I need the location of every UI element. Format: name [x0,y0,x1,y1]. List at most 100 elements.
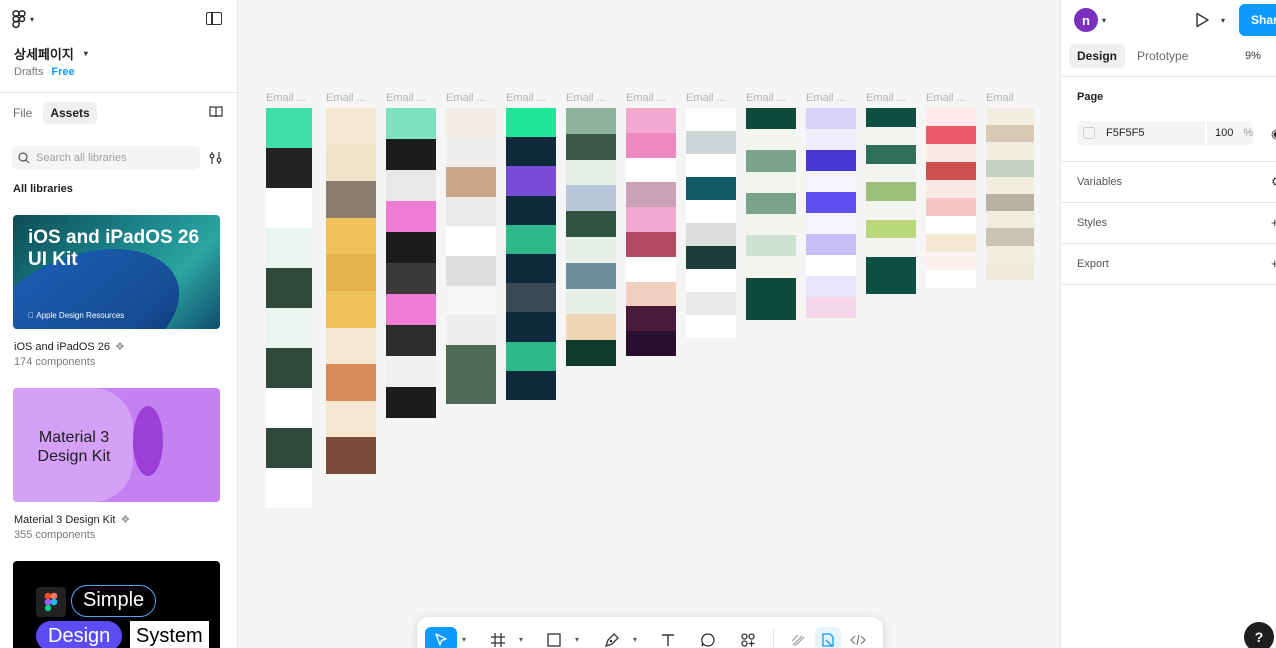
library-card-simple-design-system[interactable]: Simple Design System [13,561,220,648]
frame-label[interactable]: Email [986,92,1014,104]
avatar[interactable]: n [1074,8,1098,32]
styles-section[interactable]: Styles [1077,217,1107,229]
share-button[interactable]: Share [1239,4,1276,36]
frame-content-block [746,150,796,172]
frame-content-block [266,188,312,228]
page-opacity-field[interactable]: 100 % [1207,121,1253,145]
chevron-down-icon[interactable]: ▾ [519,635,523,644]
email-frame[interactable] [806,108,856,318]
frame-label[interactable]: Email ... [266,92,306,104]
export-section[interactable]: Export [1077,258,1109,270]
email-frame[interactable] [626,108,676,356]
email-frame[interactable] [746,108,796,320]
add-style-icon[interactable]: + [1271,215,1276,230]
filter-settings-icon[interactable] [208,150,224,166]
visibility-eye-icon[interactable]: ◉ [1271,126,1276,142]
add-export-icon[interactable]: + [1271,256,1276,271]
frame-content-block [386,108,436,139]
location-text[interactable]: Drafts [14,66,43,78]
frame-content-block [746,192,796,214]
frame-hash-icon [491,633,505,647]
library-card-material[interactable]: Material 3 Design Kit [13,388,220,502]
code-icon [850,634,866,646]
thumbnail-graphic [133,406,163,476]
tab-prototype[interactable]: Prototype [1129,44,1196,68]
frame-content-block [506,108,556,138]
email-frame[interactable] [686,108,736,338]
frame-label[interactable]: Email ... [866,92,906,104]
email-frame[interactable] [926,108,976,288]
draw-mode[interactable] [785,627,811,648]
divider [1061,161,1276,162]
frame-content-block [626,132,676,158]
frame-content-block [446,344,496,375]
zoom-level[interactable]: 9% [1245,50,1261,62]
page-color-value[interactable]: F5F5F5 [1106,127,1145,139]
design-mode[interactable] [815,627,841,648]
chevron-down-icon: ▾ [83,49,88,58]
actions-tool[interactable] [735,627,761,648]
library-name[interactable]: iOS and iPadOS 26 ❖ [14,340,125,354]
text-tool[interactable] [655,627,681,648]
frame-content-block [566,236,616,263]
library-book-icon[interactable] [209,106,223,118]
frame-label[interactable]: Email ... [806,92,846,104]
main-menu-button[interactable]: ▾ [12,10,34,28]
email-frame[interactable] [506,108,556,400]
email-frame[interactable] [986,108,1034,280]
frame-label[interactable]: Email ... [386,92,426,104]
chevron-down-icon[interactable]: ▾ [633,635,637,644]
frame-label[interactable]: Email ... [446,92,486,104]
frame-tool[interactable] [485,627,511,648]
email-frame[interactable] [266,108,312,508]
file-title[interactable]: 상세페이지 ▾ [14,44,88,63]
variables-settings-icon[interactable]: ⚙ [1271,174,1276,190]
tab-design[interactable]: Design [1069,44,1126,68]
email-frame[interactable] [566,108,616,366]
plan-badge[interactable]: Free [51,66,74,78]
move-tool[interactable] [425,627,457,648]
email-frame[interactable] [446,108,496,404]
variables-section[interactable]: Variables [1077,176,1122,188]
present-play-icon[interactable] [1195,12,1209,28]
frame-label[interactable]: Email ... [566,92,606,104]
divider [1061,284,1276,285]
frame-label[interactable]: Email ... [746,92,786,104]
page-color-field[interactable]: F5F5F5 [1077,121,1205,145]
tab-assets[interactable]: Assets [43,102,97,124]
frame-label[interactable]: Email ... [506,92,546,104]
library-card-ios[interactable]: iOS and iPadOS 26 UI Kit  Apple Design … [13,215,220,329]
chevron-down-icon[interactable]: ▾ [1102,16,1106,25]
chevron-down-icon[interactable]: ▾ [1221,16,1225,25]
color-swatch[interactable] [1083,127,1095,139]
frame-content-block [446,108,496,138]
library-search-input[interactable] [36,152,186,164]
chevron-down-icon[interactable]: ▾ [575,635,579,644]
email-frame[interactable] [866,108,916,294]
toggle-sidebar-icon[interactable] [206,12,222,25]
left-panel-tabs: File Assets [6,102,97,124]
chevron-down-icon[interactable]: ▾ [462,635,466,644]
email-frame[interactable] [326,108,376,474]
library-search[interactable] [12,146,200,170]
frame-label[interactable]: Email ... [626,92,666,104]
figma-logo-icon [12,10,26,28]
thumbnail-title: iOS and iPadOS 26 UI Kit [28,227,200,270]
frame-label[interactable]: Email ... [686,92,726,104]
tab-file[interactable]: File [6,102,39,124]
dev-mode[interactable] [845,627,871,648]
frame-content-block [746,171,796,193]
shape-tool[interactable] [541,627,567,648]
pen-tool[interactable] [599,627,625,648]
comment-tool[interactable] [695,627,721,648]
frame-label[interactable]: Email ... [326,92,366,104]
frame-content-block [686,177,736,200]
canvas[interactable]: Email ... Email ... Email ... Email ... Emai… [239,0,1060,648]
library-name[interactable]: Material 3 Design Kit ❖ [14,513,130,527]
help-button[interactable]: ? [1244,622,1274,648]
figma-logo-icon [36,587,66,617]
frame-label[interactable]: Email ... [926,92,966,104]
opacity-value[interactable]: 100 [1215,127,1233,139]
email-frame[interactable] [386,108,436,418]
frame-content-block [386,201,436,232]
